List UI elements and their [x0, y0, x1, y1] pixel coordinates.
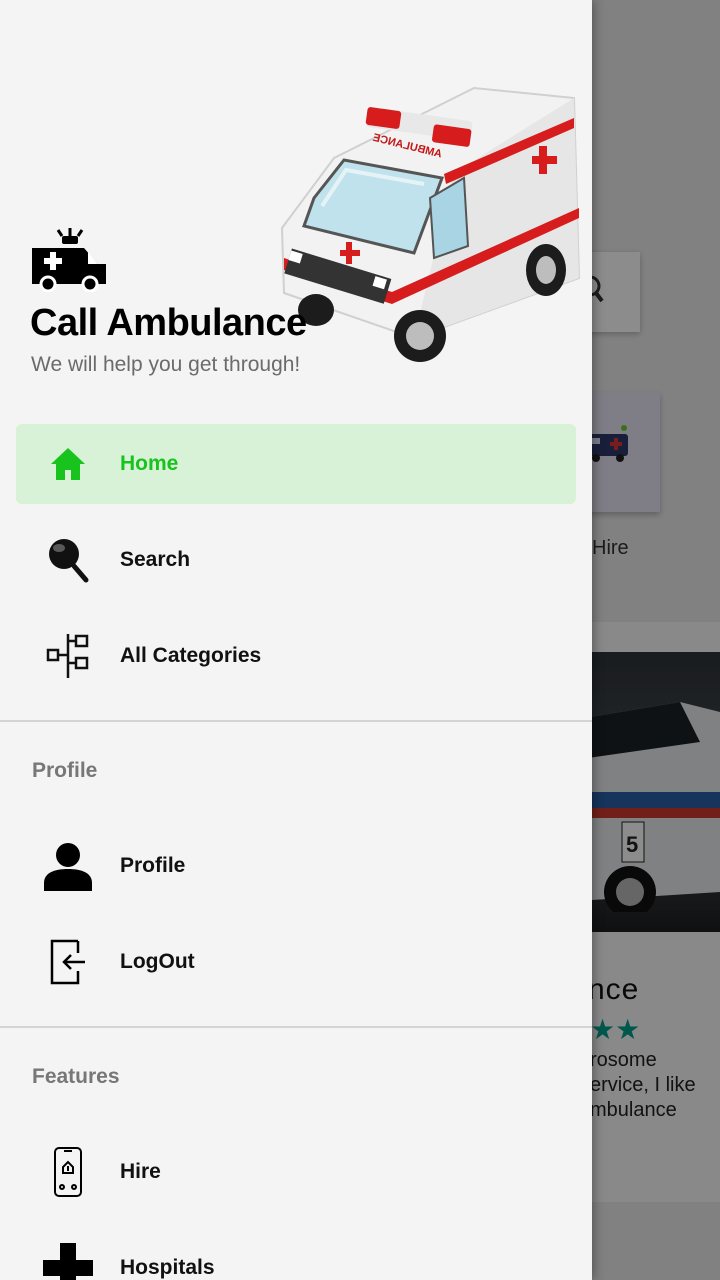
phone-icon — [16, 1147, 120, 1197]
section-title-profile: Profile — [32, 759, 98, 782]
menu-item-profile[interactable]: Profile — [16, 826, 576, 906]
menu-item-search[interactable]: Search — [16, 520, 576, 600]
menu-item-label: Hospitals — [120, 1256, 215, 1279]
menu-item-label: Profile — [120, 854, 186, 877]
home-icon — [16, 445, 120, 483]
categories-icon — [16, 632, 120, 680]
menu-item-logout[interactable]: LogOut — [16, 922, 576, 1002]
person-icon — [16, 841, 120, 891]
ambulance-illustration: AMBULANCE — [280, 86, 581, 362]
app-tagline: We will help you get through! — [31, 353, 301, 376]
ambulance-app-icon — [32, 228, 106, 292]
divider — [0, 720, 592, 722]
drawer-header: AMBULANCE Call Ambulance We will help yo… — [0, 0, 592, 400]
app-title: Call Ambulance — [30, 302, 307, 344]
menu-item-all-categories[interactable]: All Categories — [16, 616, 576, 696]
navigation-drawer: AMBULANCE Call Ambulance We will help yo… — [0, 0, 592, 1280]
menu-item-home[interactable]: Home — [16, 424, 576, 504]
menu-item-label: LogOut — [120, 950, 195, 973]
menu-item-hospitals[interactable]: Hospitals — [16, 1228, 576, 1280]
menu-item-label: Search — [120, 548, 191, 571]
search-icon — [16, 536, 120, 584]
divider — [0, 1026, 592, 1028]
menu-item-label: All Categories — [120, 644, 262, 667]
menu-item-label: Hire — [120, 1160, 161, 1183]
section-title-features: Features — [32, 1065, 120, 1088]
menu-item-label: Home — [120, 452, 179, 475]
menu-item-hire[interactable]: Hire — [16, 1132, 576, 1212]
medical-cross-icon — [16, 1243, 120, 1280]
logout-icon — [16, 939, 120, 985]
